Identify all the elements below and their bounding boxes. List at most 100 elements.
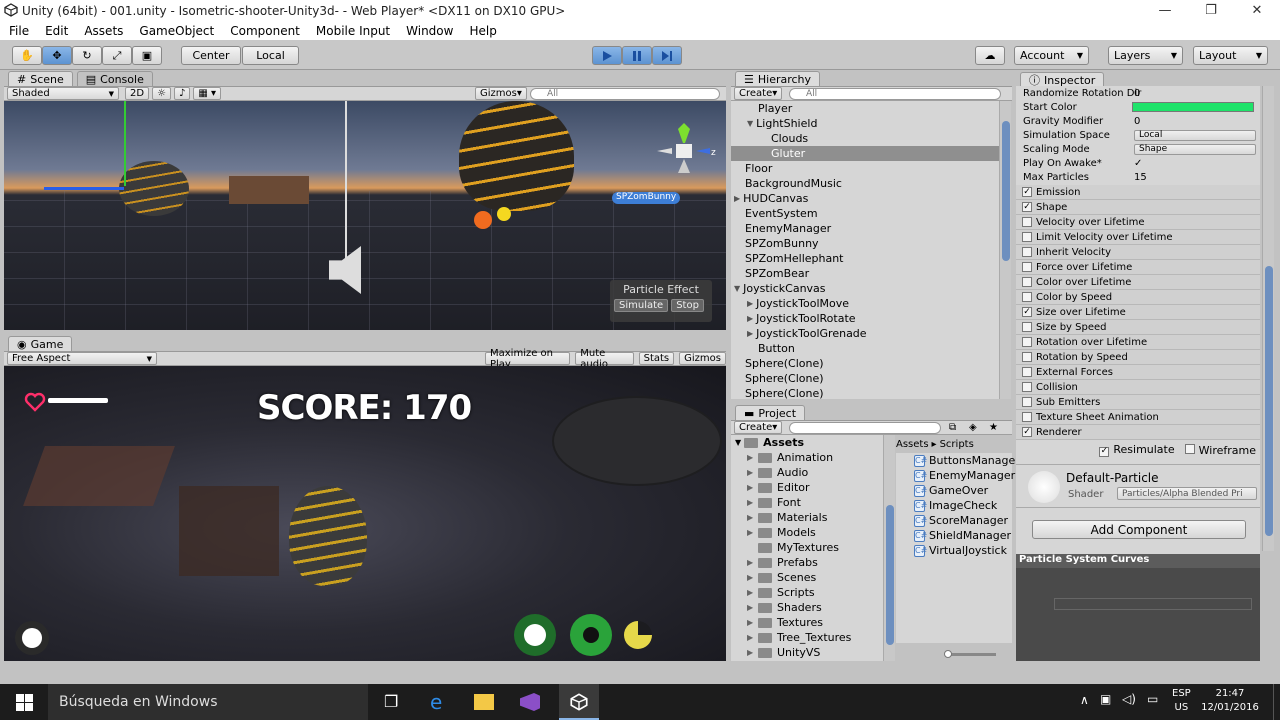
module-checkbox[interactable] xyxy=(1022,232,1032,242)
pause-button[interactable] xyxy=(622,46,652,65)
unity-taskbar-button[interactable] xyxy=(559,684,599,720)
arrow-right-icon[interactable]: ▶ xyxy=(747,483,755,492)
script-file[interactable]: C# ButtonsManager xyxy=(896,453,1020,468)
menu-window[interactable]: Window xyxy=(406,24,453,38)
scene-search-input[interactable]: All xyxy=(530,87,720,100)
arrow-right-icon[interactable]: ▶ xyxy=(747,603,755,612)
hierarchy-item[interactable]: BackgroundMusic xyxy=(731,176,999,191)
add-component-button[interactable]: Add Component xyxy=(1032,520,1246,539)
tab-console[interactable]: ▤ Console xyxy=(76,71,153,86)
hand-tool-icon[interactable]: ✋ xyxy=(12,46,42,65)
script-file[interactable]: C# EnemyManager xyxy=(896,468,1015,483)
hierarchy-item[interactable]: Sphere(Clone) xyxy=(731,356,999,371)
filter-type-icon[interactable]: ⧉ xyxy=(949,422,956,433)
hierarchy-item[interactable]: Clouds xyxy=(731,131,999,146)
hierarchy-item[interactable]: ▶ JoystickToolRotate xyxy=(731,311,999,326)
aspect-dropdown[interactable]: Free Aspect ▼ xyxy=(7,352,157,365)
resimulate-toggle[interactable]: ✓ Resimulate xyxy=(1099,443,1175,457)
particle-module-row[interactable]: Size by Speed xyxy=(1016,320,1260,335)
shader-dropdown[interactable]: Particles/Alpha Blended Pri xyxy=(1117,487,1257,500)
cloud-icon[interactable]: ☁ xyxy=(975,46,1005,65)
module-checkbox[interactable] xyxy=(1022,352,1032,362)
hierarchy-item[interactable]: SPZomBear xyxy=(731,266,999,281)
move-tool-icon[interactable]: ✥ xyxy=(42,46,72,65)
pivot-center-button[interactable]: Center xyxy=(181,46,241,65)
particle-module-row[interactable]: Limit Velocity over Lifetime xyxy=(1016,230,1260,245)
hierarchy-create-dropdown[interactable]: Create ▾ xyxy=(734,87,783,100)
filter-label-icon[interactable]: ◈ xyxy=(969,422,977,433)
particle-module-row[interactable]: Sub Emitters xyxy=(1016,395,1260,410)
taskbar-search[interactable]: Búsqueda en Windows xyxy=(48,684,368,720)
minimize-button[interactable]: — xyxy=(1142,0,1188,21)
arrow-right-icon[interactable]: ▶ xyxy=(747,468,755,477)
grenade-button[interactable] xyxy=(570,614,612,656)
project-folder[interactable]: ▶ Textures xyxy=(731,615,883,630)
hierarchy-item[interactable]: Sphere(Clone) xyxy=(731,386,999,399)
game-gizmos-dropdown[interactable]: Gizmos xyxy=(679,352,726,365)
project-tree-scrollbar[interactable] xyxy=(883,435,895,661)
project-folder[interactable]: MyTextures xyxy=(731,540,883,555)
input-language[interactable]: ESP US xyxy=(1172,687,1191,715)
icon-size-slider[interactable] xyxy=(944,650,996,658)
effects-toggle-icon[interactable]: ▦ ▾ xyxy=(193,87,222,100)
menu-assets[interactable]: Assets xyxy=(84,24,123,38)
project-folder[interactable]: ▶ Editor xyxy=(731,480,883,495)
hierarchy-item[interactable]: ▶ HUDCanvas xyxy=(731,191,999,206)
project-search-input[interactable] xyxy=(789,421,941,434)
module-checkbox[interactable] xyxy=(1022,247,1032,257)
breadcrumb-scripts[interactable]: Scripts xyxy=(940,439,974,450)
particle-module-row[interactable]: Collision xyxy=(1016,380,1260,395)
project-folder[interactable]: ▶ Audio xyxy=(731,465,883,480)
arrow-right-icon[interactable]: ▶ xyxy=(747,648,755,657)
hierarchy-item[interactable]: Floor xyxy=(731,161,999,176)
scrollbar-thumb[interactable] xyxy=(886,505,894,645)
arrow-right-icon[interactable]: ▶ xyxy=(747,299,753,308)
tab-hierarchy[interactable]: ☰ Hierarchy xyxy=(735,71,821,86)
hierarchy-item[interactable]: ▶ JoystickToolMove xyxy=(731,296,999,311)
layout-dropdown[interactable]: Layout ▼ xyxy=(1193,46,1268,65)
hierarchy-item[interactable]: ▼ LightShield xyxy=(731,116,999,131)
property-dropdown[interactable]: Local xyxy=(1134,129,1256,141)
close-button[interactable]: ✕ xyxy=(1234,0,1280,21)
hierarchy-item[interactable]: Button xyxy=(731,341,999,356)
favorite-star-icon[interactable]: ★ xyxy=(989,422,998,433)
arrow-right-icon[interactable]: ▶ xyxy=(747,618,755,627)
edge-icon[interactable]: e xyxy=(430,690,442,714)
slider-handle[interactable] xyxy=(944,650,952,658)
hierarchy-item[interactable]: Player xyxy=(731,101,999,116)
particle-module-row[interactable]: Inherit Velocity xyxy=(1016,245,1260,260)
maximize-on-play-toggle[interactable]: Maximize on Play xyxy=(485,348,571,370)
module-checkbox[interactable]: ✓ xyxy=(1022,427,1032,437)
pivot-local-button[interactable]: Local xyxy=(242,46,299,65)
particle-module-row[interactable]: Velocity over Lifetime xyxy=(1016,215,1260,230)
particle-module-row[interactable]: Color over Lifetime xyxy=(1016,275,1260,290)
stats-toggle[interactable]: Stats xyxy=(638,352,675,365)
mode-2d-button[interactable]: 2D xyxy=(125,87,150,100)
breadcrumb-assets[interactable]: Assets xyxy=(896,439,929,450)
tab-inspector[interactable]: ⓘ Inspector xyxy=(1020,72,1105,87)
particle-module-row[interactable]: Rotation by Speed xyxy=(1016,350,1260,365)
particle-module-row[interactable]: Rotation over Lifetime xyxy=(1016,335,1260,350)
project-folder[interactable]: ▶ Scripts xyxy=(731,585,883,600)
rect-tool-icon[interactable]: ▣ xyxy=(132,46,162,65)
hierarchy-search-input[interactable]: All xyxy=(789,87,1001,100)
module-checkbox[interactable] xyxy=(1022,277,1032,287)
arrow-right-icon[interactable]: ▶ xyxy=(747,588,755,597)
menu-file[interactable]: File xyxy=(9,24,29,38)
play-button[interactable] xyxy=(592,46,622,65)
volume-icon[interactable]: ◁) xyxy=(1122,692,1136,706)
menu-help[interactable]: Help xyxy=(469,24,496,38)
arrow-right-icon[interactable]: ▶ xyxy=(734,194,740,203)
hierarchy-item[interactable]: EventSystem xyxy=(731,206,999,221)
scrollbar-thumb[interactable] xyxy=(1265,266,1273,536)
menu-component[interactable]: Component xyxy=(230,24,300,38)
particle-module-row[interactable]: External Forces xyxy=(1016,365,1260,380)
script-file[interactable]: C# ShieldManager xyxy=(896,528,1012,543)
particle-module-row[interactable]: ✓ Size over Lifetime xyxy=(1016,305,1260,320)
maximize-button[interactable]: ❐ xyxy=(1188,0,1234,21)
project-folder[interactable]: ▶ Animation xyxy=(731,450,883,465)
module-checkbox[interactable]: ✓ xyxy=(1022,202,1032,212)
module-checkbox[interactable] xyxy=(1022,262,1032,272)
particle-module-row[interactable]: Texture Sheet Animation xyxy=(1016,410,1260,425)
project-folder[interactable]: ▶ Materials xyxy=(731,510,883,525)
